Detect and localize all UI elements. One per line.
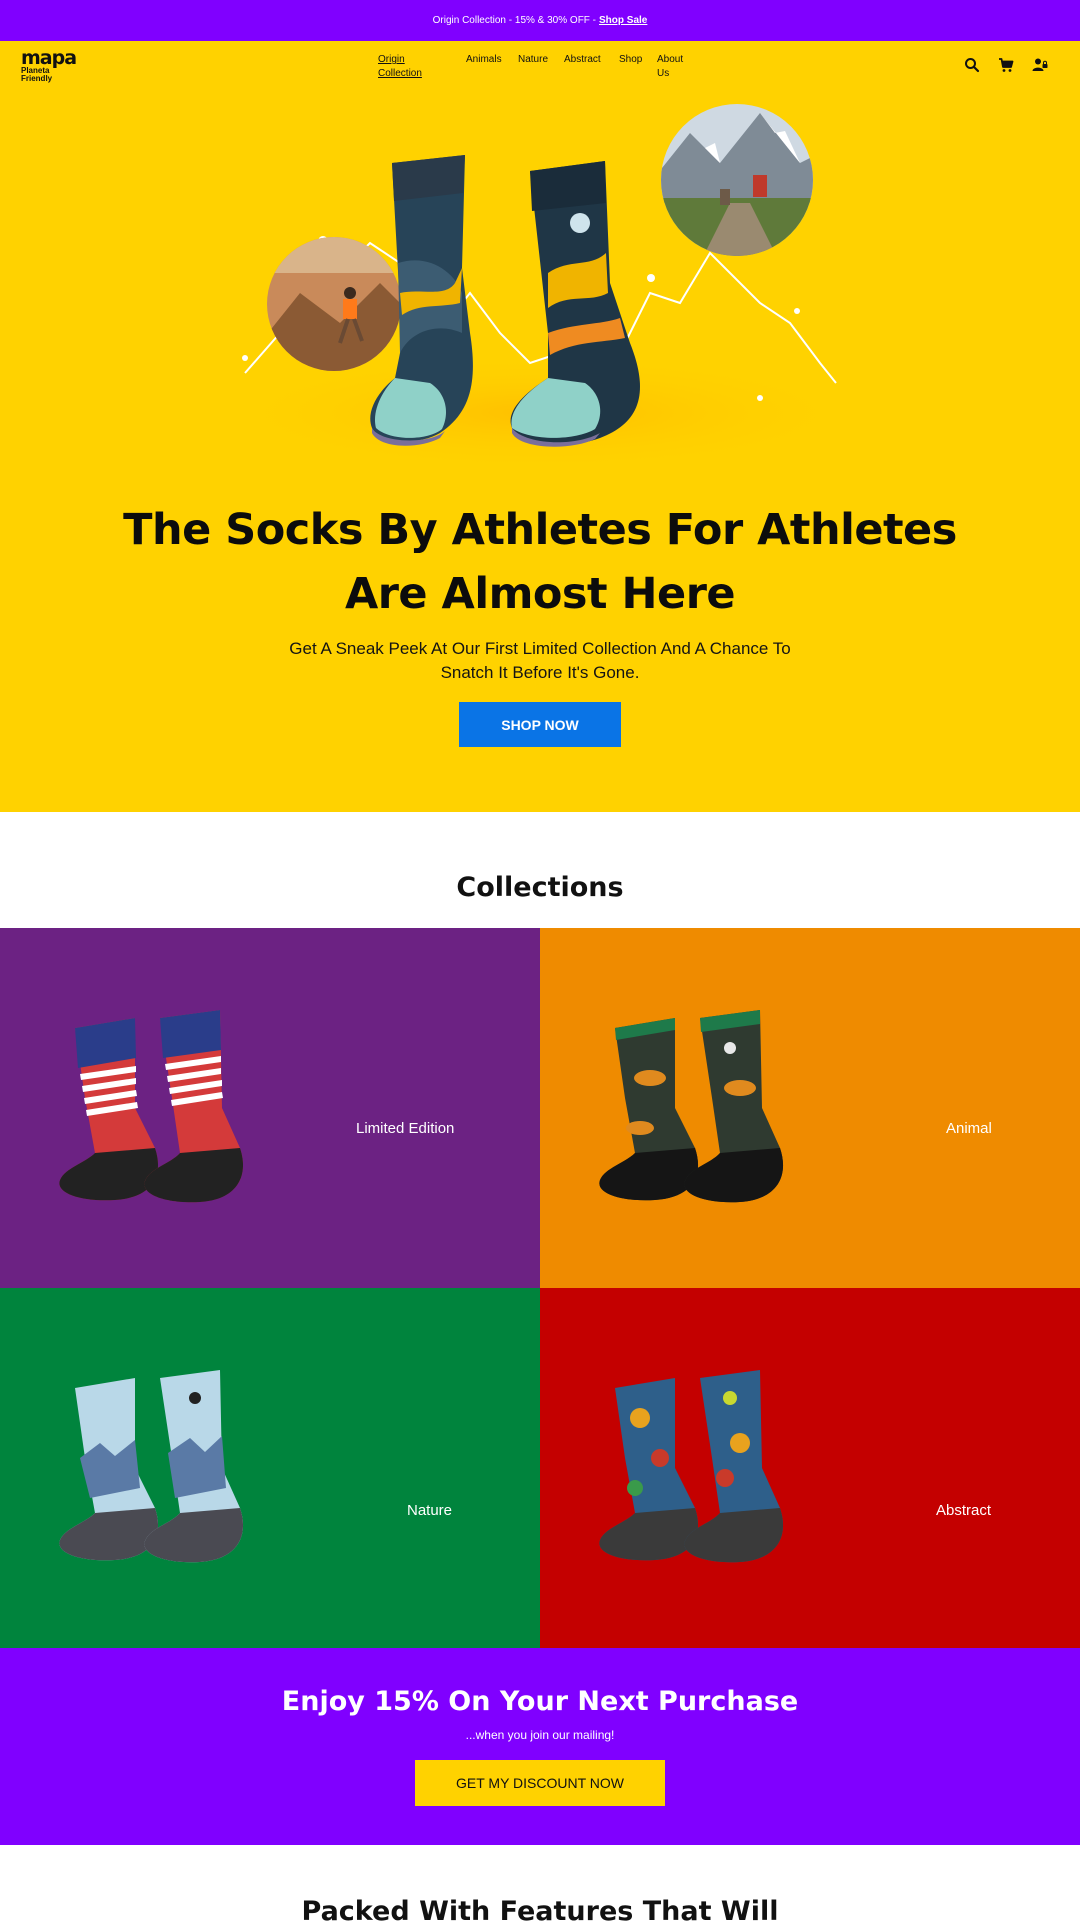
nav-label: Us xyxy=(657,68,670,79)
nav-item-shop[interactable]: Shop xyxy=(619,53,657,81)
nav-item-origin-collection[interactable]: Origin Collection xyxy=(378,53,466,81)
header-icons xyxy=(964,57,1048,73)
nav-label: Collection xyxy=(378,68,422,79)
hero-subtitle-line-1: Get A Sneak Peek At Our First Limited Co… xyxy=(289,639,791,658)
collection-label: Abstract xyxy=(936,1502,992,1519)
get-discount-button[interactable]: GET MY DISCOUNT NOW xyxy=(415,1760,665,1806)
collection-tile-animal[interactable]: Animal xyxy=(540,928,1080,1288)
hero-title-line-2: Are Almost Here xyxy=(344,569,736,619)
hero-subtitle-line-2: Snatch It Before It's Gone. xyxy=(440,663,640,682)
discount-banner: Enjoy 15% On Your Next Purchase ...when … xyxy=(0,1648,1080,1845)
nav-label: Animals xyxy=(466,54,502,65)
nav-item-nature[interactable]: Nature xyxy=(518,53,564,81)
nav-label: Origin xyxy=(378,54,405,65)
hero-socks-illustration xyxy=(210,104,870,473)
mountain-socks-image xyxy=(59,1370,244,1563)
main-nav: Origin Collection Animals Nature Abstrac… xyxy=(378,53,697,81)
flag-socks-image xyxy=(59,1010,244,1203)
features-heading: Packed With Features That Will xyxy=(301,1896,779,1921)
collection-label: Limited Edition xyxy=(356,1120,455,1137)
hero-section: mapa Planeta Friendly Origin Collection … xyxy=(0,41,1080,812)
search-icon[interactable] xyxy=(964,57,980,73)
nav-item-about-us[interactable]: About Us xyxy=(657,53,697,81)
site-header: mapa Planeta Friendly Origin Collection … xyxy=(0,41,1080,93)
collections-grid: Limited Edition Animal Nature Abstract xyxy=(0,928,1080,1648)
discount-title: Enjoy 15% On Your Next Purchase xyxy=(281,1686,799,1717)
account-icon[interactable] xyxy=(1032,57,1048,73)
logo[interactable]: mapa Planeta Friendly xyxy=(21,49,91,85)
tiger-socks-image xyxy=(599,1010,784,1203)
collection-label: Animal xyxy=(946,1120,992,1137)
hero-title: The Socks By Athletes For Athletes Are A… xyxy=(0,498,1080,626)
shop-sale-link[interactable]: Shop Sale xyxy=(599,15,647,26)
cart-icon[interactable] xyxy=(998,57,1014,73)
collection-tile-limited-edition[interactable]: Limited Edition xyxy=(0,928,540,1288)
collections-heading: Collections xyxy=(456,872,624,903)
collection-tile-abstract[interactable]: Abstract xyxy=(540,1288,1080,1648)
nav-item-abstract[interactable]: Abstract xyxy=(564,53,619,81)
nav-label: Abstract xyxy=(564,54,601,65)
collection-label: Nature xyxy=(407,1502,453,1519)
floral-socks-image xyxy=(599,1370,784,1563)
logo-line-2: Friendly xyxy=(21,74,53,83)
hero-title-line-1: The Socks By Athletes For Athletes xyxy=(123,505,957,555)
hero-subtitle: Get A Sneak Peek At Our First Limited Co… xyxy=(260,637,820,685)
announcement-bar: Origin Collection - 15% & 30% OFF - Shop… xyxy=(0,0,1080,41)
logo-wordmark: mapa xyxy=(21,47,77,69)
nav-label: Nature xyxy=(518,54,549,65)
shop-now-button[interactable]: SHOP NOW xyxy=(459,702,621,747)
announcement-text: Origin Collection - 15% & 30% OFF - xyxy=(432,15,597,26)
discount-subtitle: ...when you join our mailing! xyxy=(465,1728,615,1742)
nav-label: About xyxy=(657,54,684,65)
nav-label: Shop xyxy=(619,54,643,65)
nav-item-animals[interactable]: Animals xyxy=(466,53,518,81)
collection-tile-nature[interactable]: Nature xyxy=(0,1288,540,1648)
